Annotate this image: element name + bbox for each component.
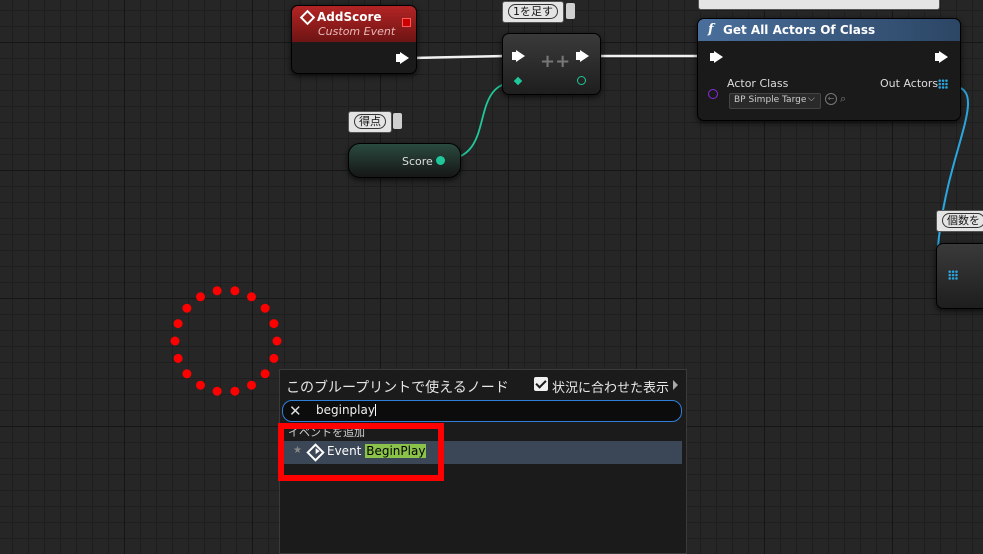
red-dot [269, 353, 279, 363]
red-dot [230, 386, 240, 396]
red-dot [272, 336, 282, 346]
highlight-box [278, 423, 444, 481]
context-sensitive-checkbox[interactable] [534, 377, 548, 391]
menu-title: このブループリントで使えるノード [286, 380, 509, 396]
red-dot [230, 286, 240, 296]
clear-search-icon[interactable]: ✕ [289, 402, 302, 420]
search-text: beginplay [316, 403, 376, 417]
red-dot [260, 369, 270, 379]
context-sensitive-label: 状況に合わせた表示 [552, 381, 670, 396]
search-input[interactable]: ✕ beginplay [282, 400, 682, 422]
red-dot [196, 292, 205, 302]
red-dot [182, 369, 192, 379]
red-dot [196, 380, 205, 390]
red-dot [170, 336, 180, 346]
red-dot [182, 303, 192, 313]
red-dot [269, 319, 279, 329]
red-dot [212, 386, 222, 396]
red-dot [260, 303, 270, 313]
red-dot [247, 380, 256, 390]
red-dot [247, 292, 256, 302]
red-dot [212, 286, 222, 296]
red-dot [173, 353, 183, 363]
expand-arrow-icon[interactable] [673, 380, 678, 390]
red-dot [173, 319, 183, 329]
